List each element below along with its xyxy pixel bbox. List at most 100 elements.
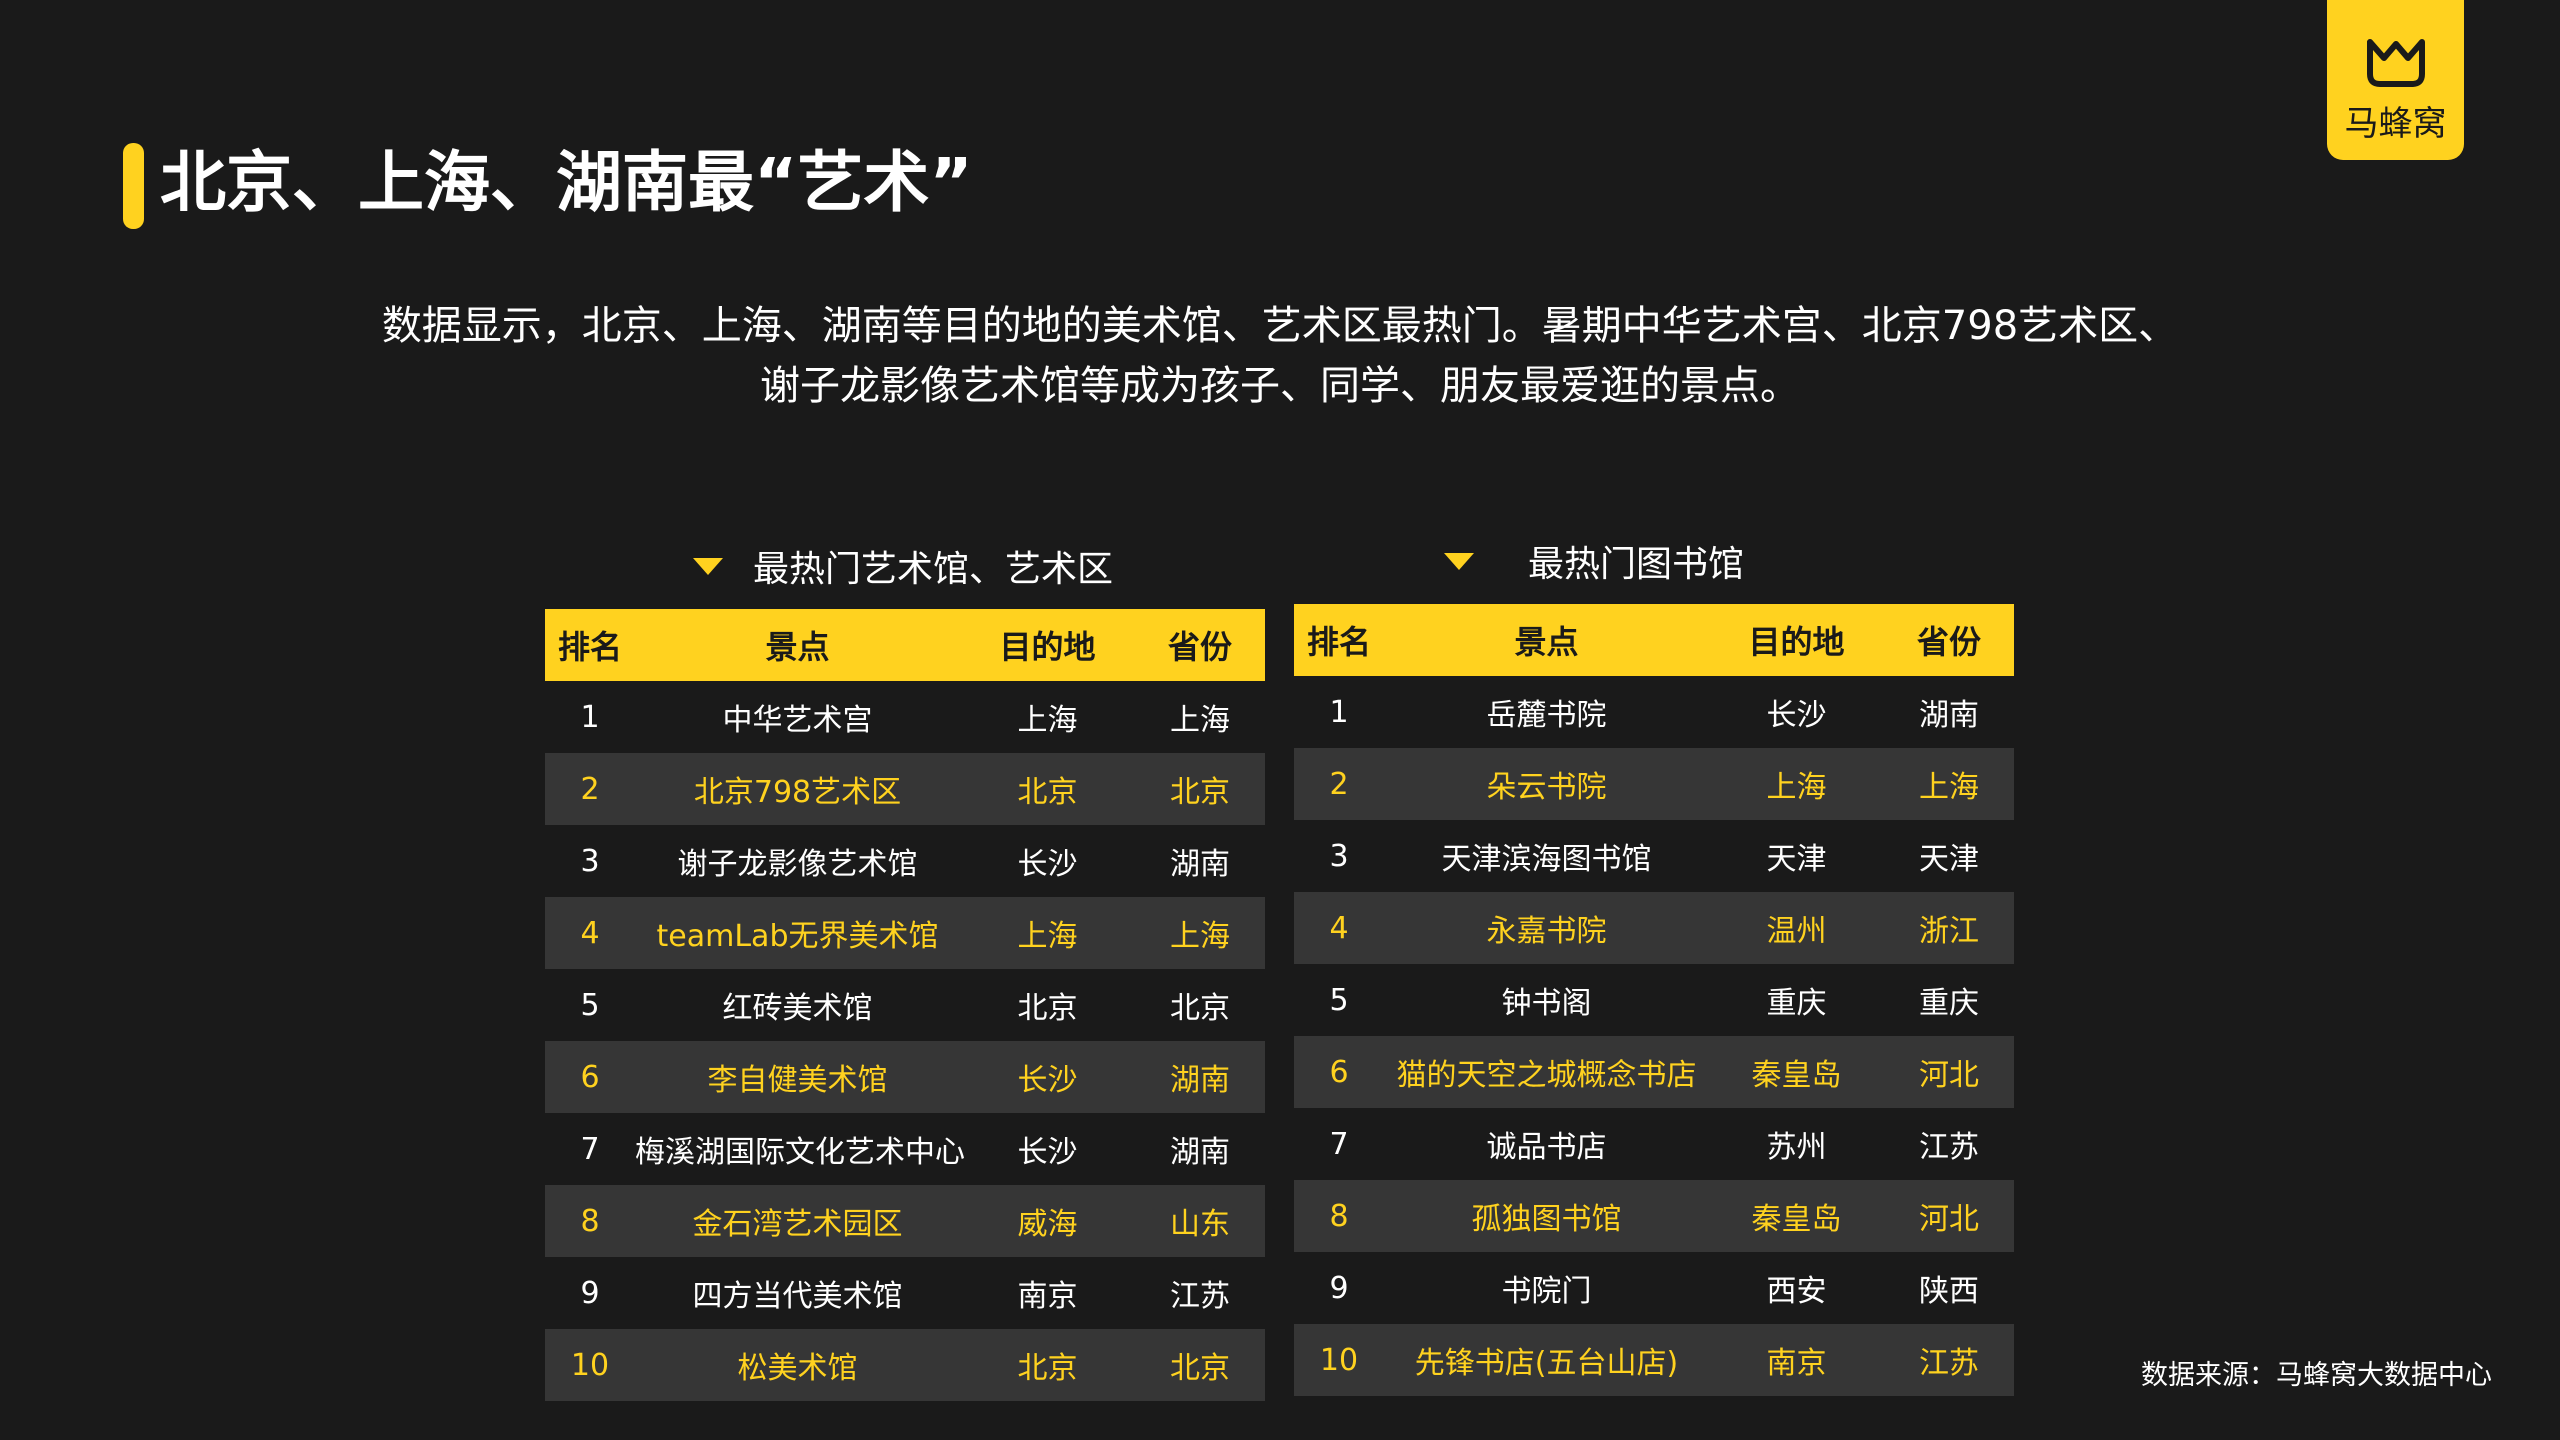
cell-name: 谢子龙影像艺术馆 bbox=[677, 847, 918, 882]
cell-province: 江苏 bbox=[1919, 1346, 1979, 1381]
cell-name: 中华艺术宫 bbox=[722, 703, 873, 738]
header-rank: 排名 bbox=[1306, 623, 1371, 661]
cell-destination: 秦皇岛 bbox=[1751, 1058, 1842, 1093]
table-row: 9 书院门 西安 陕西 bbox=[1294, 1252, 2014, 1324]
cell-destination: 苏州 bbox=[1766, 1130, 1827, 1165]
cell-province: 上海 bbox=[1170, 703, 1230, 738]
cell-name: 先锋书店(五台山店) bbox=[1414, 1346, 1679, 1381]
cell-destination: 威海 bbox=[1017, 1207, 1078, 1242]
cell-rank: 4 bbox=[1329, 910, 1349, 946]
art-section-heading: 最热门艺术馆、艺术区 bbox=[693, 538, 1113, 594]
table-row: 4 teamLab无界美术馆 上海 上海 bbox=[545, 897, 1265, 969]
cell-rank: 1 bbox=[580, 699, 600, 735]
cell-rank: 6 bbox=[1329, 1054, 1349, 1090]
header-destination: 目的地 bbox=[1748, 623, 1845, 661]
cell-rank: 10 bbox=[1319, 1342, 1359, 1378]
cell-rank: 7 bbox=[580, 1131, 600, 1167]
header-province: 省份 bbox=[1167, 628, 1232, 666]
summary-line-1: 数据显示，北京、上海、湖南等目的地的美术馆、艺术区最热门。暑期中华艺术宫、北京7… bbox=[381, 303, 2179, 349]
cell-rank: 4 bbox=[580, 915, 600, 951]
cell-destination: 南京 bbox=[1017, 1279, 1078, 1314]
table-row: 3 谢子龙影像艺术馆 长沙 湖南 bbox=[545, 825, 1265, 897]
header-name: 景点 bbox=[1514, 623, 1579, 661]
header-destination: 目的地 bbox=[999, 628, 1096, 666]
cell-destination: 西安 bbox=[1766, 1274, 1827, 1309]
cell-rank: 7 bbox=[1329, 1126, 1349, 1162]
library-section-heading: 最热门图书馆 bbox=[1444, 533, 1744, 589]
cell-destination: 秦皇岛 bbox=[1751, 1202, 1842, 1237]
cell-destination: 天津 bbox=[1766, 842, 1827, 877]
cell-province: 河北 bbox=[1919, 1058, 1979, 1093]
cell-province: 北京 bbox=[1170, 991, 1230, 1026]
cell-name: 书院门 bbox=[1501, 1274, 1592, 1309]
cell-name: 钟书阁 bbox=[1501, 986, 1592, 1021]
cell-destination: 长沙 bbox=[1766, 698, 1827, 733]
header-name: 景点 bbox=[765, 628, 830, 666]
mafengwo-logo-icon bbox=[2367, 39, 2425, 87]
cell-rank: 8 bbox=[580, 1203, 600, 1239]
summary-text: 数据显示，北京、上海、湖南等目的地的美术馆、艺术区最热门。暑期中华艺术宫、北京7… bbox=[300, 296, 2260, 416]
title-accent-bar bbox=[123, 143, 144, 229]
cell-name: 红砖美术馆 bbox=[722, 991, 873, 1026]
logo-text: 马蜂窝 bbox=[2344, 104, 2447, 144]
cell-name: 诚品书店 bbox=[1486, 1130, 1607, 1165]
cell-rank: 10 bbox=[570, 1347, 610, 1383]
header-province: 省份 bbox=[1916, 623, 1981, 661]
cell-name: 孤独图书馆 bbox=[1471, 1202, 1622, 1237]
header-rank: 排名 bbox=[557, 628, 622, 666]
table-header-row: 排名 景点 目的地 省份 bbox=[545, 609, 1265, 681]
summary-line-2: 谢子龙影像艺术馆等成为孩子、同学、朋友最爱逛的景点。 bbox=[760, 363, 1800, 409]
cell-name: 朵云书院 bbox=[1486, 770, 1607, 805]
triangle-down-icon bbox=[693, 557, 723, 575]
cell-destination: 长沙 bbox=[1017, 1135, 1078, 1170]
art-ranking-table: 排名 景点 目的地 省份 1 中华艺术宫 上海 上海 2 北京798艺术区 北京 北京 3 谢子龙影像艺术… bbox=[545, 609, 1265, 1401]
table-row: 3 天津滨海图书馆 天津 天津 bbox=[1294, 820, 2014, 892]
cell-destination: 上海 bbox=[1017, 703, 1078, 738]
table-row: 7 诚品书店 苏州 江苏 bbox=[1294, 1108, 2014, 1180]
table-row: 10 松美术馆 北京 北京 bbox=[545, 1329, 1265, 1401]
cell-name: 四方当代美术馆 bbox=[692, 1279, 903, 1314]
cell-destination: 长沙 bbox=[1017, 847, 1078, 882]
cell-rank: 3 bbox=[580, 843, 600, 879]
cell-destination: 北京 bbox=[1017, 775, 1078, 810]
table-row: 8 金石湾艺术园区 威海 山东 bbox=[545, 1185, 1265, 1257]
brand-logo: 马蜂窝 bbox=[2327, 0, 2464, 160]
cell-province: 江苏 bbox=[1170, 1279, 1230, 1314]
cell-destination: 南京 bbox=[1766, 1346, 1827, 1381]
page-title: 北京、上海、湖南最“艺术” bbox=[160, 144, 973, 221]
table-header-row: 排名 景点 目的地 省份 bbox=[1294, 604, 2014, 676]
cell-name: 岳麓书院 bbox=[1486, 698, 1607, 733]
cell-destination: 温州 bbox=[1766, 914, 1827, 949]
cell-province: 山东 bbox=[1170, 1207, 1230, 1242]
cell-province: 湖南 bbox=[1170, 1063, 1230, 1098]
cell-destination: 长沙 bbox=[1017, 1063, 1078, 1098]
cell-name: 李自健美术馆 bbox=[707, 1063, 888, 1098]
cell-destination: 上海 bbox=[1766, 770, 1827, 805]
library-ranking-table: 排名 景点 目的地 省份 1 岳麓书院 长沙 湖南 2 朵云书院 上海 上海 3 天津滨海图书馆 天津 天津 4… bbox=[1294, 604, 2014, 1396]
triangle-down-icon bbox=[1444, 552, 1474, 570]
cell-rank: 3 bbox=[1329, 838, 1349, 874]
cell-province: 上海 bbox=[1919, 770, 1979, 805]
library-section-title: 最热门图书馆 bbox=[1528, 544, 1745, 585]
cell-destination: 北京 bbox=[1017, 1351, 1078, 1386]
table-row: 8 孤独图书馆 秦皇岛 河北 bbox=[1294, 1180, 2014, 1252]
art-section-title: 最热门艺术馆、艺术区 bbox=[753, 549, 1114, 590]
cell-rank: 5 bbox=[580, 987, 600, 1023]
cell-province: 上海 bbox=[1170, 919, 1230, 954]
cell-rank: 9 bbox=[1329, 1270, 1349, 1306]
cell-rank: 8 bbox=[1329, 1198, 1349, 1234]
cell-destination: 北京 bbox=[1017, 991, 1078, 1026]
cell-province: 浙江 bbox=[1919, 914, 1979, 949]
cell-province: 北京 bbox=[1170, 775, 1230, 810]
table-row: 2 朵云书院 上海 上海 bbox=[1294, 748, 2014, 820]
table-row: 1 岳麓书院 长沙 湖南 bbox=[1294, 676, 2014, 748]
cell-rank: 9 bbox=[580, 1275, 600, 1311]
table-row: 7 梅溪湖国际文化艺术中心 长沙 湖南 bbox=[545, 1113, 1265, 1185]
cell-province: 湖南 bbox=[1170, 847, 1230, 882]
cell-province: 天津 bbox=[1919, 842, 1979, 877]
cell-province: 河北 bbox=[1919, 1202, 1979, 1237]
cell-name: 梅溪湖国际文化艺术中心 bbox=[635, 1135, 965, 1170]
table-row: 10 先锋书店(五台山店) 南京 江苏 bbox=[1294, 1324, 2014, 1396]
cell-province: 北京 bbox=[1170, 1351, 1230, 1386]
cell-rank: 1 bbox=[1329, 694, 1349, 730]
